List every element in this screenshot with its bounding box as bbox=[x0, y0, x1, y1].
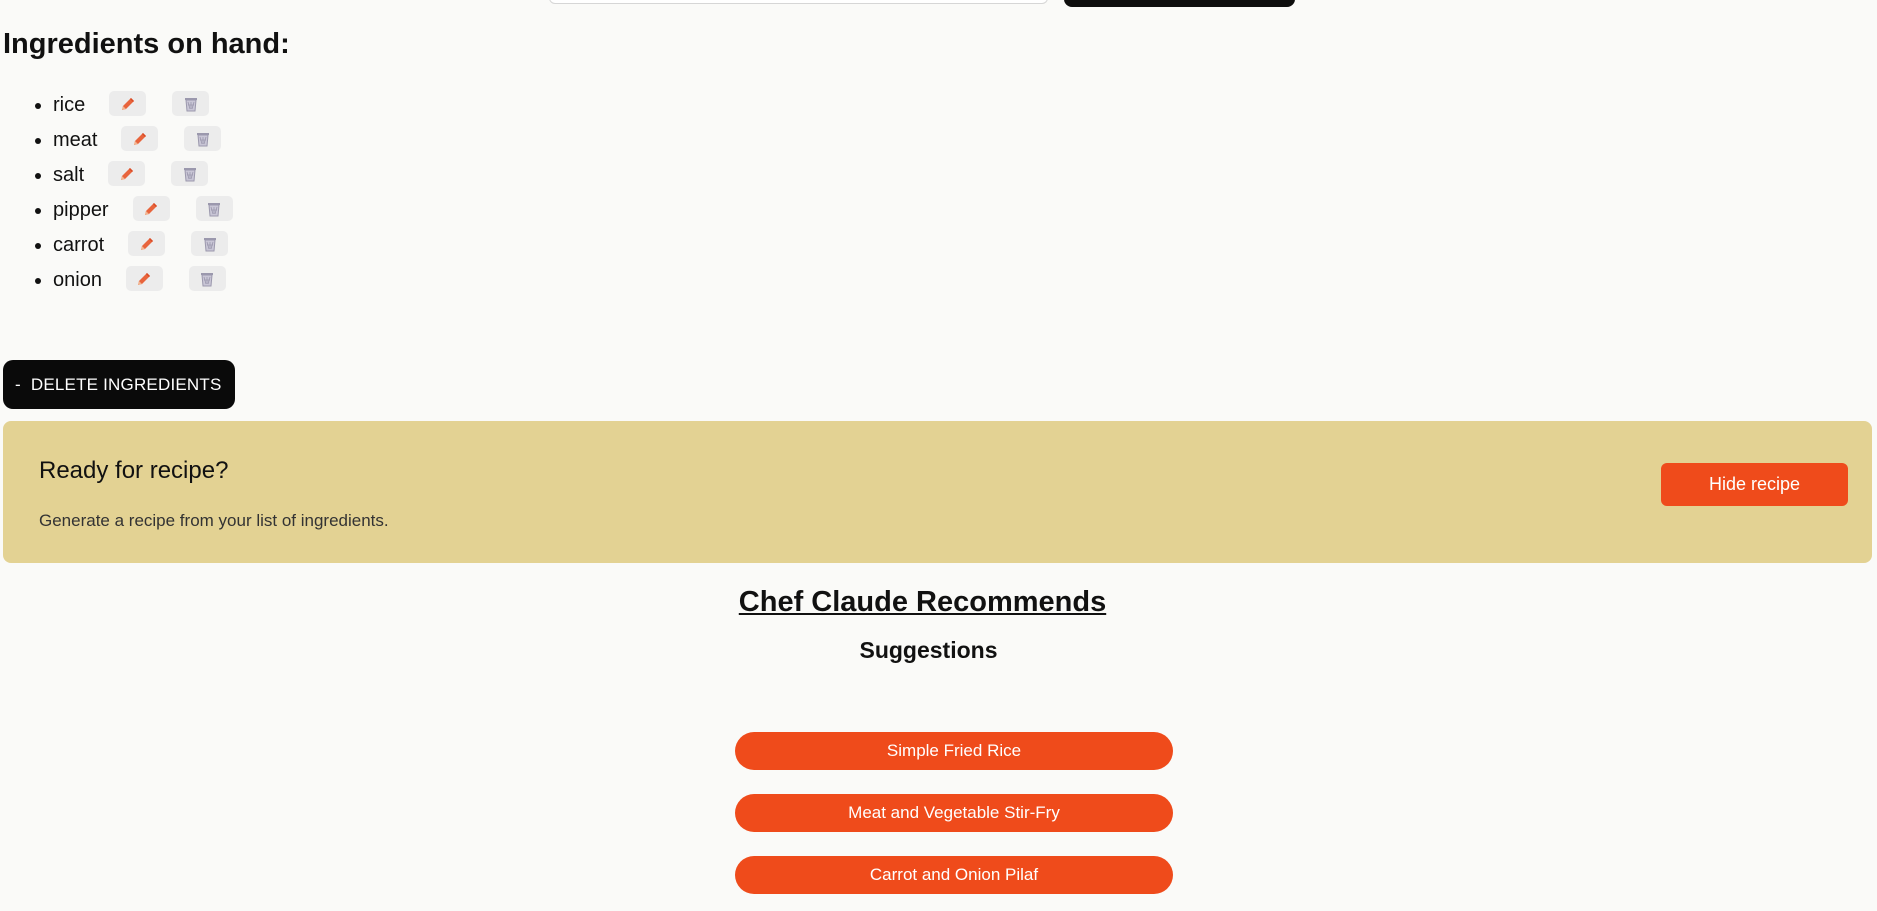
delete-ingredient-button[interactable] bbox=[188, 266, 226, 292]
recipe-panel-text: Generate a recipe from your list of ingr… bbox=[39, 511, 389, 530]
edit-ingredient-button[interactable] bbox=[121, 126, 159, 152]
ingredient-name: pipper bbox=[53, 199, 109, 222]
suggestion-button[interactable]: Carrot and Onion Pilaf bbox=[735, 856, 1173, 894]
list-item: salt bbox=[53, 158, 233, 193]
add-ingredient-button[interactable] bbox=[1064, 0, 1295, 7]
suggestion-button[interactable]: Meat and Vegetable Stir-Fry bbox=[735, 794, 1173, 832]
edit-ingredient-button[interactable] bbox=[109, 91, 147, 117]
ingredient-input[interactable] bbox=[549, 0, 1048, 4]
edit-ingredient-button[interactable] bbox=[125, 266, 163, 292]
delete-ingredient-button[interactable] bbox=[172, 91, 210, 117]
delete-ingredient-button[interactable] bbox=[191, 231, 229, 257]
ingredient-name: carrot bbox=[53, 234, 105, 257]
edit-ingredient-button[interactable] bbox=[132, 196, 170, 222]
ingredient-name: rice bbox=[53, 94, 86, 117]
edit-ingredient-button[interactable] bbox=[128, 231, 166, 257]
recipe-panel: Ready for recipe? Generate a recipe from… bbox=[3, 421, 1872, 563]
list-item: pipper bbox=[53, 193, 233, 228]
ingredient-name: meat bbox=[53, 129, 98, 152]
recipe-panel-title: Ready for recipe? bbox=[39, 457, 229, 484]
delete-ingredient-button[interactable] bbox=[184, 126, 222, 152]
ingredient-list: rice meat salt pipper carrot onion bbox=[24, 88, 233, 298]
ingredient-name: onion bbox=[53, 269, 102, 292]
list-item: meat bbox=[53, 123, 233, 158]
delete-ingredients-label: DELETE INGREDIENTS bbox=[30, 374, 222, 394]
delete-ingredients-button[interactable]: - DELETE INGREDIENTS bbox=[3, 360, 235, 409]
delete-ingredient-button[interactable] bbox=[195, 196, 233, 222]
hide-recipe-button[interactable]: Hide recipe bbox=[1661, 463, 1848, 506]
minus-icon: - bbox=[15, 374, 21, 394]
ingredient-name: salt bbox=[53, 164, 85, 187]
delete-ingredient-button[interactable] bbox=[171, 161, 209, 187]
list-item: rice bbox=[53, 88, 233, 123]
page: Ingredients on hand: rice meat salt pipp… bbox=[0, 0, 1877, 911]
suggestions-heading: Suggestions bbox=[859, 637, 998, 663]
ingredients-heading: Ingredients on hand: bbox=[3, 28, 290, 60]
suggestion-button[interactable]: Simple Fried Rice bbox=[735, 732, 1173, 770]
list-item: carrot bbox=[53, 228, 233, 263]
list-item: onion bbox=[53, 263, 233, 298]
edit-ingredient-button[interactable] bbox=[108, 161, 146, 187]
recommendations-title: Chef Claude Recommends bbox=[738, 586, 1107, 618]
